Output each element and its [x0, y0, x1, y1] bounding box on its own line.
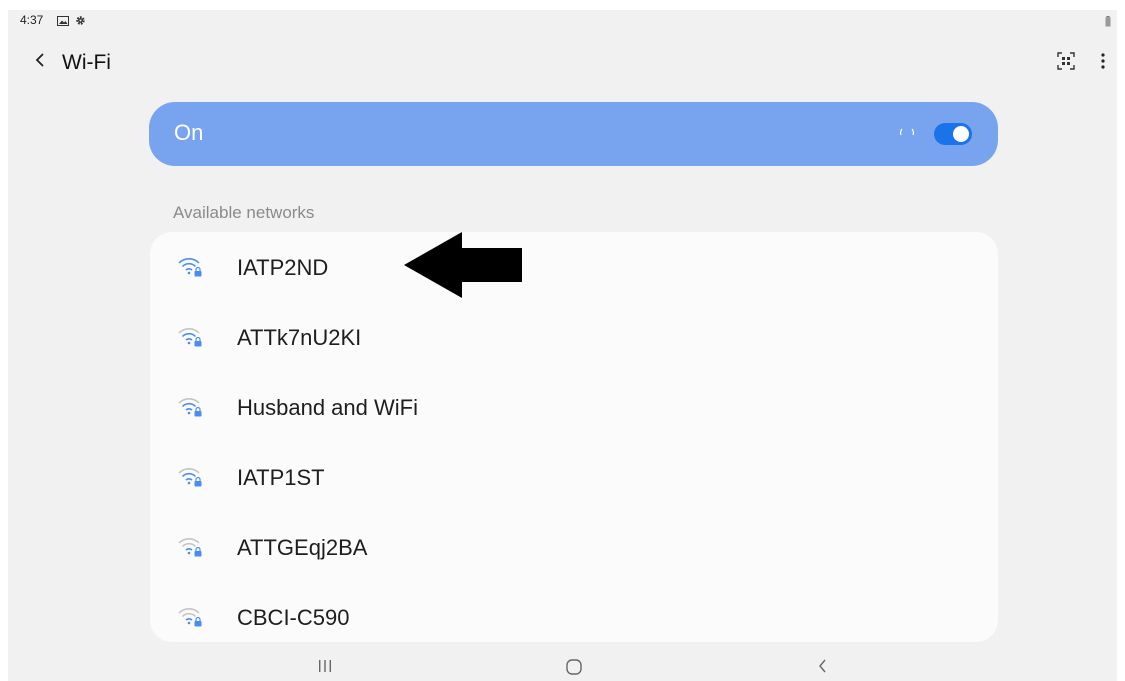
network-name: IATP1ST: [237, 465, 325, 490]
wifi-lock-icon: [177, 325, 203, 352]
qr-scan-icon: [1057, 51, 1075, 75]
back-button[interactable]: [28, 50, 52, 74]
network-name: ATTk7nU2KI: [237, 325, 362, 350]
network-row[interactable]: ATTGEqj2BA: [150, 512, 998, 582]
switch-knob: [953, 126, 969, 142]
status-bar: 4:37: [8, 10, 1117, 32]
left-arrow-icon: [404, 232, 524, 303]
back-icon[interactable]: [817, 658, 829, 679]
gallery-icon: [57, 13, 69, 31]
navigation-bar: [8, 650, 1117, 681]
available-networks-header: Available networks: [173, 203, 315, 222]
network-row[interactable]: IATP1ST: [150, 442, 998, 512]
network-list: IATP2ND ATTk7nU2KI Husband and WiFi IATP…: [150, 232, 998, 642]
app-bar: Wi-Fi: [8, 46, 1117, 82]
scanning-spinner-icon: [898, 124, 916, 147]
battery-icon: [1105, 14, 1111, 32]
wifi-lock-icon: [177, 395, 203, 422]
network-row[interactable]: IATP2ND: [150, 232, 998, 302]
network-row[interactable]: Husband and WiFi: [150, 372, 998, 442]
gear-icon: [75, 13, 86, 31]
status-time: 4:37: [20, 13, 44, 27]
wifi-switch[interactable]: [934, 123, 972, 145]
wifi-toggle-label: On: [174, 120, 204, 145]
home-icon[interactable]: [565, 658, 583, 681]
qr-scan-button[interactable]: [1055, 51, 1077, 75]
wifi-lock-icon: [177, 605, 203, 632]
network-name: ATTGEqj2BA: [237, 535, 368, 560]
network-name: Husband and WiFi: [237, 395, 418, 420]
device-screen: 4:37 Wi-Fi On Available networks IATP2ND…: [8, 10, 1117, 681]
more-vert-icon: [1101, 52, 1105, 74]
wifi-lock-icon: [177, 535, 203, 562]
page-title: Wi-Fi: [62, 51, 111, 74]
back-arrow-icon: [34, 52, 46, 73]
network-name: CBCI-C590: [237, 605, 350, 630]
recents-icon[interactable]: [316, 658, 334, 679]
network-name: IATP2ND: [237, 255, 329, 280]
more-options-button[interactable]: [1093, 52, 1113, 74]
wifi-lock-icon: [177, 255, 203, 282]
status-icons: [57, 13, 86, 31]
wifi-lock-icon: [177, 465, 203, 492]
network-row[interactable]: CBCI-C590: [150, 582, 998, 642]
network-row[interactable]: ATTk7nU2KI: [150, 302, 998, 372]
wifi-toggle-card[interactable]: On: [149, 102, 998, 166]
